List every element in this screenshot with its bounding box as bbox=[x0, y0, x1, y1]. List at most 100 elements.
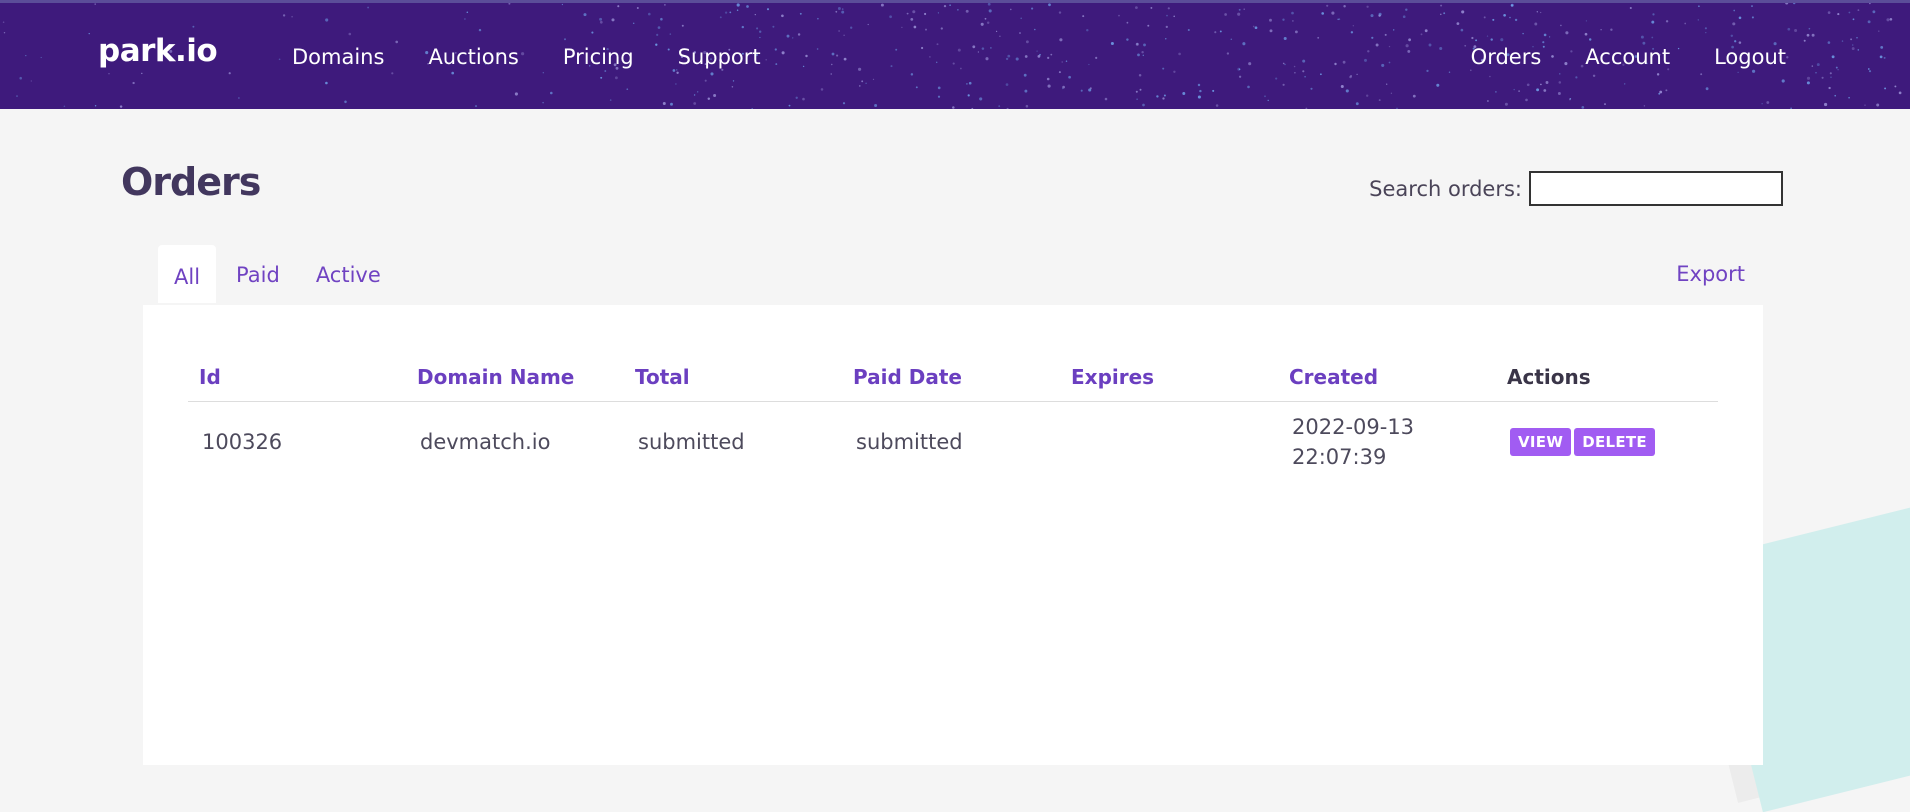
star-dot bbox=[564, 38, 566, 41]
delete-button[interactable]: DELETE bbox=[1574, 428, 1655, 456]
star-dot bbox=[1761, 103, 1763, 105]
star-dot bbox=[965, 9, 969, 13]
star-dot bbox=[1876, 103, 1880, 107]
star-dot bbox=[1142, 54, 1145, 57]
star-dot bbox=[1486, 35, 1489, 37]
star-dot bbox=[1199, 89, 1202, 93]
logo[interactable]: park.io bbox=[98, 33, 218, 69]
star-dot bbox=[1162, 97, 1165, 100]
account-nav: Orders Account Logout bbox=[1471, 45, 1786, 69]
column-header-paid-date[interactable]: Paid Date bbox=[842, 355, 1060, 402]
star-dot bbox=[937, 12, 940, 14]
star-dot bbox=[952, 106, 955, 109]
star-dot bbox=[1212, 89, 1215, 92]
star-dot bbox=[1732, 22, 1736, 26]
star-dot bbox=[1031, 7, 1034, 10]
tab-active[interactable]: Active bbox=[300, 245, 397, 303]
star-dot bbox=[1321, 12, 1325, 15]
star-dot bbox=[1794, 29, 1798, 32]
star-dot bbox=[1293, 65, 1296, 68]
star-dot bbox=[88, 32, 90, 35]
star-dot bbox=[1821, 76, 1824, 79]
star-dot bbox=[1704, 27, 1707, 30]
star-dot bbox=[648, 12, 651, 16]
star-dot bbox=[1010, 8, 1012, 11]
column-header-actions: Actions bbox=[1496, 355, 1718, 402]
star-dot bbox=[741, 25, 744, 29]
star-dot bbox=[391, 72, 394, 75]
star-dot bbox=[1513, 88, 1515, 91]
search-orders-input[interactable] bbox=[1529, 171, 1783, 206]
star-dot bbox=[1428, 43, 1432, 47]
order-created: 2022-09-13 22:07:39 bbox=[1278, 402, 1496, 483]
nav-support[interactable]: Support bbox=[678, 45, 761, 69]
star-dot bbox=[1545, 81, 1549, 84]
star-dot bbox=[1548, 36, 1551, 38]
star-dot bbox=[1118, 14, 1120, 17]
column-header-expires[interactable]: Expires bbox=[1060, 355, 1278, 402]
order-filter-tabs: All Paid Active bbox=[158, 245, 397, 303]
star-dot bbox=[1237, 12, 1241, 16]
star-dot bbox=[795, 96, 798, 99]
column-header-id[interactable]: Id bbox=[188, 355, 406, 402]
star-dot bbox=[985, 57, 989, 61]
star-dot bbox=[675, 69, 678, 71]
star-dot bbox=[1697, 19, 1699, 21]
star-dot bbox=[889, 15, 892, 19]
star-dot bbox=[1827, 41, 1831, 44]
star-dot bbox=[1126, 38, 1129, 41]
nav-auctions[interactable]: Auctions bbox=[428, 45, 518, 69]
star-dot bbox=[1486, 100, 1489, 102]
column-header-created[interactable]: Created bbox=[1278, 355, 1496, 402]
star-dot bbox=[40, 56, 42, 59]
star-dot bbox=[1658, 92, 1661, 95]
star-dot bbox=[1388, 61, 1391, 64]
nav-logout[interactable]: Logout bbox=[1714, 45, 1786, 69]
star-dot bbox=[1047, 56, 1050, 60]
column-header-domain-name[interactable]: Domain Name bbox=[406, 355, 624, 402]
star-dot bbox=[1738, 16, 1742, 20]
nav-pricing[interactable]: Pricing bbox=[563, 45, 634, 69]
star-dot bbox=[1525, 98, 1528, 102]
star-dot bbox=[719, 16, 722, 19]
star-dot bbox=[1166, 14, 1168, 17]
tab-all[interactable]: All bbox=[158, 245, 217, 303]
star-dot bbox=[802, 65, 805, 68]
star-dot bbox=[772, 25, 775, 28]
star-dot bbox=[1080, 89, 1083, 92]
star-dot bbox=[1267, 99, 1269, 102]
star-dot bbox=[1342, 60, 1346, 64]
column-header-total[interactable]: Total bbox=[624, 355, 842, 402]
star-dot bbox=[729, 11, 732, 14]
star-dot bbox=[1370, 14, 1374, 18]
nav-account[interactable]: Account bbox=[1585, 45, 1670, 69]
star-dot bbox=[1518, 90, 1520, 92]
star-dot bbox=[604, 70, 607, 72]
star-dot bbox=[1182, 92, 1186, 95]
star-dot bbox=[890, 65, 893, 68]
star-dot bbox=[1629, 6, 1632, 10]
star-dot bbox=[766, 8, 770, 11]
star-dot bbox=[751, 107, 754, 109]
star-dot bbox=[344, 100, 347, 104]
star-dot bbox=[1292, 20, 1294, 22]
star-dot bbox=[1643, 105, 1646, 107]
star-dot bbox=[901, 26, 903, 29]
star-dot bbox=[1167, 7, 1170, 10]
star-dot bbox=[977, 51, 980, 53]
star-dot bbox=[1835, 66, 1838, 69]
star-dot bbox=[3, 31, 6, 34]
star-dot bbox=[990, 47, 992, 49]
star-dot bbox=[759, 36, 761, 39]
nav-orders[interactable]: Orders bbox=[1471, 45, 1542, 69]
star-dot bbox=[617, 5, 620, 8]
star-dot bbox=[238, 97, 240, 99]
star-dot bbox=[1350, 74, 1353, 77]
star-dot bbox=[721, 68, 724, 71]
tab-paid[interactable]: Paid bbox=[216, 245, 300, 303]
nav-domains[interactable]: Domains bbox=[292, 45, 384, 69]
star-dot bbox=[791, 37, 794, 39]
view-button[interactable]: VIEW bbox=[1510, 428, 1572, 456]
export-link[interactable]: Export bbox=[1676, 262, 1745, 286]
star-dot bbox=[1242, 42, 1246, 46]
